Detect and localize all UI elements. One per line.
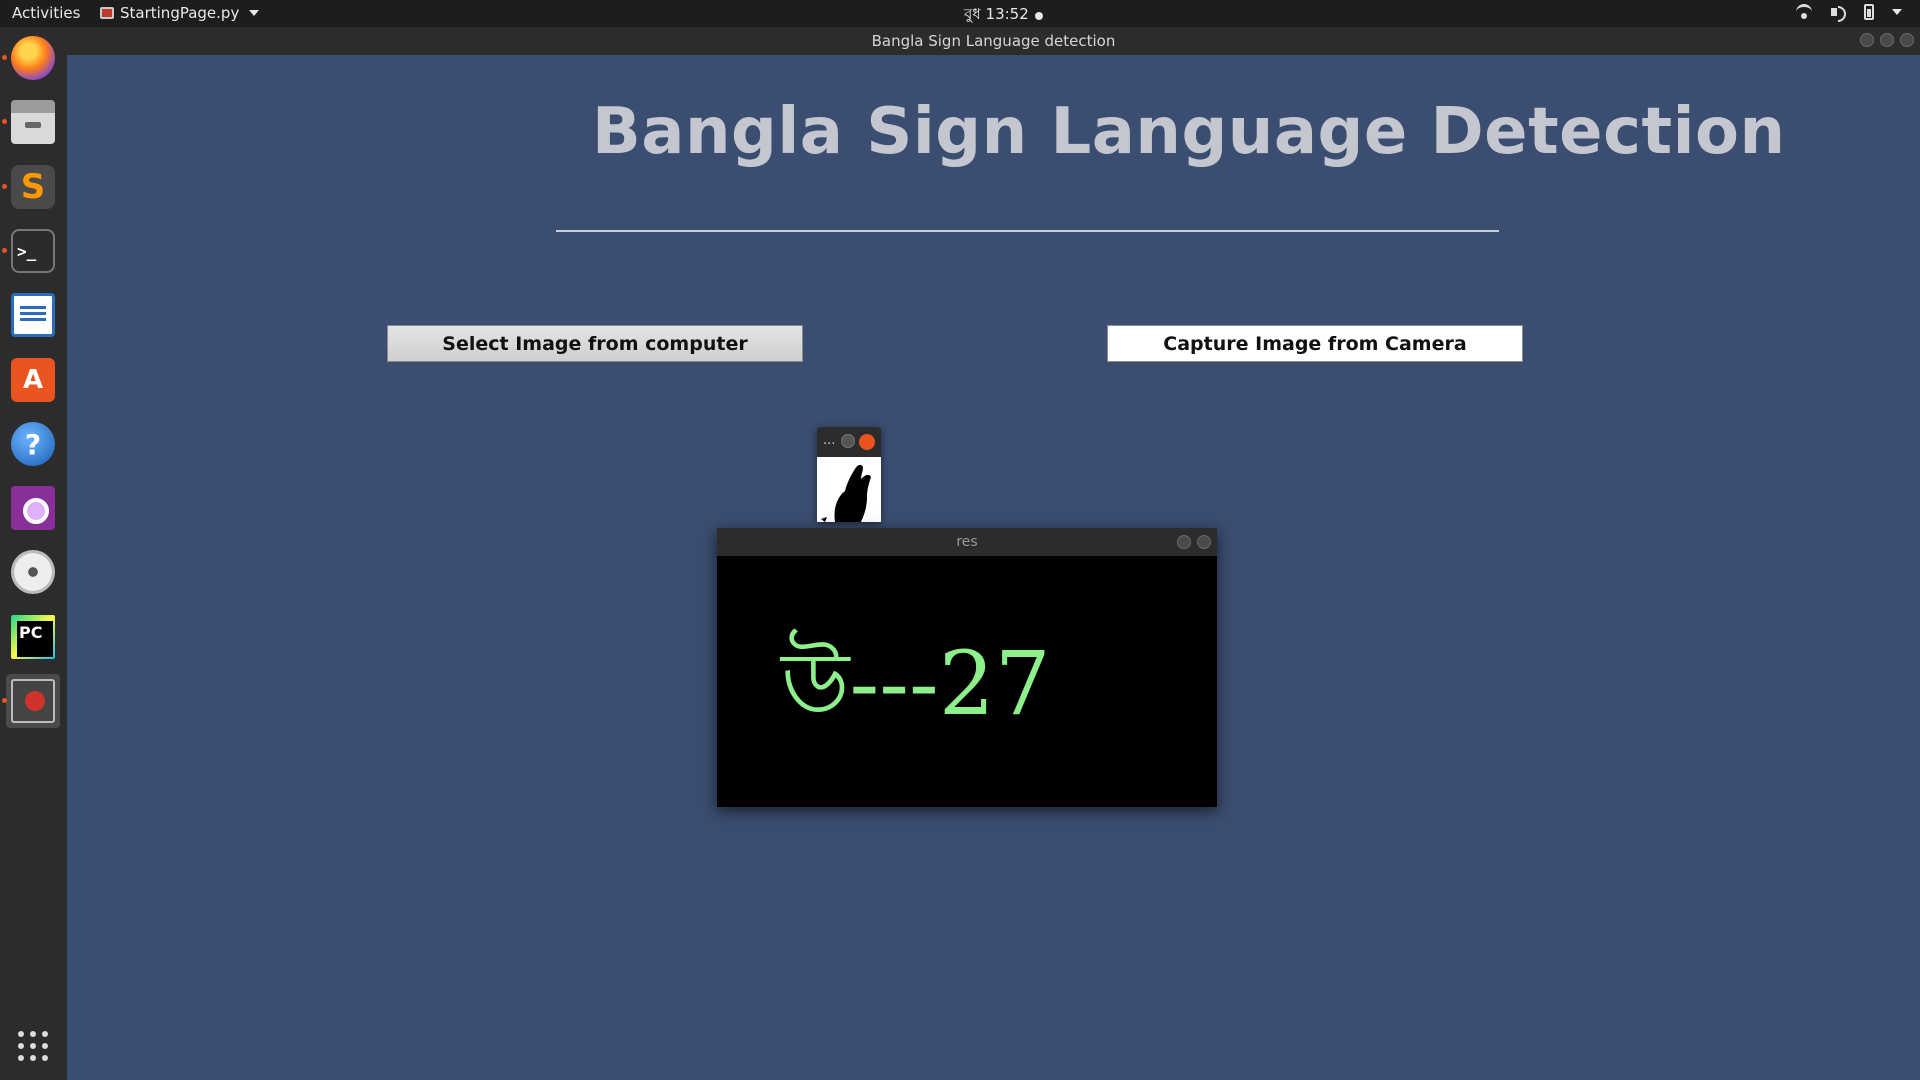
result-window-title: res bbox=[956, 534, 978, 550]
dock-item-terminal[interactable]: >_ bbox=[2, 224, 60, 278]
dock-item-software[interactable]: A bbox=[6, 353, 60, 407]
window-titlebar[interactable]: Bangla Sign Language detection bbox=[67, 27, 1920, 55]
video-icon bbox=[11, 486, 55, 530]
clock[interactable]: বুধ 13:52 bbox=[964, 3, 1043, 28]
battery-icon[interactable] bbox=[1864, 4, 1874, 20]
app-menu-icon bbox=[100, 7, 114, 19]
writer-icon bbox=[11, 293, 55, 337]
software-icon: A bbox=[11, 358, 55, 402]
clock-label: বুধ 13:52 bbox=[964, 5, 1029, 23]
image-preview-title: ... bbox=[823, 433, 836, 448]
terminal-icon: >_ bbox=[11, 229, 55, 273]
app-icon bbox=[11, 679, 55, 723]
firefox-icon bbox=[11, 36, 55, 80]
detection-result: উ---27 bbox=[781, 632, 1051, 735]
hand-sign-image bbox=[817, 457, 881, 522]
divider bbox=[556, 230, 1499, 232]
chevron-down-icon bbox=[249, 10, 260, 16]
running-indicator bbox=[2, 55, 7, 60]
select-image-button[interactable]: Select Image from computer bbox=[387, 325, 803, 362]
running-indicator bbox=[2, 184, 7, 189]
dock-item-sublime[interactable]: S bbox=[2, 160, 60, 214]
dvd-icon bbox=[11, 550, 55, 594]
dock-item-app[interactable] bbox=[2, 674, 60, 728]
maximize-icon[interactable] bbox=[1880, 33, 1894, 47]
activities-button[interactable]: Activities bbox=[12, 4, 80, 22]
minimize-icon[interactable] bbox=[1860, 33, 1874, 47]
system-tray[interactable] bbox=[1796, 4, 1902, 22]
capture-image-button[interactable]: Capture Image from Camera bbox=[1107, 325, 1523, 362]
app-menu-label: StartingPage.py bbox=[120, 4, 240, 22]
running-indicator bbox=[2, 698, 7, 703]
minimize-icon[interactable] bbox=[1177, 535, 1191, 549]
running-indicator bbox=[2, 119, 7, 124]
result-window[interactable]: res উ---27 bbox=[717, 528, 1217, 807]
chevron-down-icon[interactable] bbox=[1892, 9, 1902, 15]
image-preview-titlebar[interactable]: ... bbox=[817, 427, 881, 457]
app-menu[interactable]: StartingPage.py bbox=[100, 4, 260, 22]
close-icon[interactable] bbox=[1197, 535, 1211, 549]
show-applications-icon[interactable] bbox=[18, 1031, 48, 1061]
dock-item-dvd[interactable] bbox=[6, 545, 60, 599]
dock-item-files[interactable] bbox=[2, 95, 60, 149]
dock-item-help[interactable]: ? bbox=[6, 417, 60, 471]
dock-item-video[interactable] bbox=[6, 481, 60, 535]
help-icon: ? bbox=[11, 422, 55, 466]
files-icon bbox=[11, 100, 55, 144]
volume-icon[interactable] bbox=[1830, 4, 1846, 22]
page-title: Bangla Sign Language Detection bbox=[592, 95, 1786, 169]
close-icon[interactable] bbox=[1900, 33, 1914, 47]
image-preview-window[interactable]: ... bbox=[817, 427, 881, 522]
pycharm-icon bbox=[11, 615, 55, 659]
minimize-icon[interactable] bbox=[841, 434, 855, 448]
result-titlebar[interactable]: res bbox=[717, 528, 1217, 556]
dock-item-firefox[interactable] bbox=[2, 31, 60, 85]
sublime-icon: S bbox=[11, 165, 55, 209]
dock: S >_ A ? bbox=[0, 27, 67, 1080]
result-window-controls bbox=[1177, 535, 1211, 549]
window-title: Bangla Sign Language detection bbox=[871, 32, 1116, 50]
wifi-icon[interactable] bbox=[1796, 4, 1812, 20]
window-controls bbox=[1860, 33, 1914, 47]
notification-dot-icon bbox=[1034, 11, 1043, 20]
dock-item-writer[interactable] bbox=[6, 288, 60, 342]
running-indicator bbox=[2, 248, 7, 253]
main-window: Bangla Sign Language detection Bangla Si… bbox=[67, 27, 1920, 1080]
close-icon[interactable] bbox=[859, 434, 875, 450]
top-bar: Activities StartingPage.py বুধ 13:52 bbox=[0, 0, 1920, 27]
dock-item-pycharm[interactable] bbox=[6, 610, 60, 664]
